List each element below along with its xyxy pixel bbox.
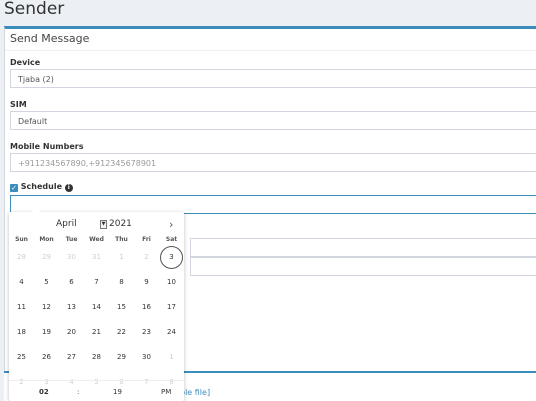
day-cell[interactable]: 30	[59, 246, 84, 268]
weekday-header: Wed	[89, 236, 104, 243]
sample-file-link[interactable]: ple file]	[180, 388, 210, 397]
day-cell[interactable]: 11	[9, 296, 34, 318]
device-select[interactable]: Tjaba (2)	[10, 69, 536, 88]
day-cell[interactable]: 1	[109, 246, 134, 268]
time-separator: :	[77, 388, 80, 396]
day-cell[interactable]: 18	[9, 321, 34, 343]
day-cell[interactable]: 6	[59, 271, 84, 293]
time-picker: 02 : 19 PM	[9, 380, 184, 401]
info-icon[interactable]: i	[64, 184, 73, 192]
day-cell[interactable]: 14	[84, 296, 109, 318]
weekday-header: Sat	[165, 236, 178, 243]
day-cell[interactable]: 20	[59, 321, 84, 343]
chevron-down-icon[interactable]: ▼	[100, 220, 107, 229]
day-cell[interactable]: 31	[84, 246, 109, 268]
day-cell[interactable]: 17	[159, 296, 184, 318]
minute-input[interactable]: 19	[113, 388, 122, 396]
day-cell[interactable]: 23	[134, 321, 159, 343]
day-cell[interactable]: 24	[159, 321, 184, 343]
day-cell[interactable]: 8	[109, 271, 134, 293]
day-cell[interactable]: 13	[59, 296, 84, 318]
day-cell[interactable]: 21	[84, 321, 109, 343]
datepicker-arrow	[31, 207, 41, 212]
day-cell[interactable]: 28	[9, 246, 34, 268]
day-cell[interactable]: 25	[9, 346, 34, 368]
page-title: Sender	[4, 0, 65, 19]
next-month-arrow-icon[interactable]: ›	[169, 218, 173, 231]
card-title: Send Message	[5, 29, 536, 51]
day-cell[interactable]: 12	[34, 296, 59, 318]
day-cell[interactable]: 15	[109, 296, 134, 318]
day-cell[interactable]: 1	[159, 346, 184, 368]
hour-input[interactable]: 02	[39, 388, 49, 396]
day-cell[interactable]: 26	[34, 346, 59, 368]
year-input[interactable]: 2021	[109, 219, 132, 229]
weekday-header: Sun	[15, 236, 28, 243]
day-cell[interactable]: 22	[109, 321, 134, 343]
day-cell[interactable]: 7	[84, 271, 109, 293]
sim-label: SIM	[10, 100, 27, 109]
day-cell[interactable]: 29	[109, 346, 134, 368]
hidden-field	[190, 257, 536, 276]
month-label[interactable]: April	[56, 219, 77, 229]
mobile-numbers-label: Mobile Numbers	[10, 142, 84, 151]
day-cell[interactable]: 2	[134, 246, 159, 268]
day-cell[interactable]: 4	[9, 271, 34, 293]
sim-select[interactable]: Default	[10, 111, 536, 130]
schedule-label: Schedule	[20, 182, 63, 191]
weekday-header: Thu	[115, 236, 128, 243]
hidden-field	[190, 238, 536, 257]
weekday-header: Mon	[39, 236, 54, 243]
day-cell[interactable]: 28	[84, 346, 109, 368]
schedule-label-row: ✓ Schedule i	[10, 182, 73, 192]
day-cell[interactable]: 10	[159, 271, 184, 293]
day-cell[interactable]: 5	[34, 271, 59, 293]
day-cell[interactable]: 30	[134, 346, 159, 368]
datepicker: April ▼ 2021 › Sun Mon Tue Wed Thu Fri Sat 28 2…	[9, 207, 184, 401]
ampm-toggle[interactable]: PM	[161, 388, 171, 396]
device-label: Device	[10, 58, 41, 67]
datepicker-header: April ▼ 2021 ›	[9, 218, 184, 233]
day-cell-today[interactable]: 3	[159, 246, 184, 269]
weekday-header: Tue	[65, 236, 78, 243]
day-cell[interactable]: 16	[134, 296, 159, 318]
day-cell[interactable]: 9	[134, 271, 159, 293]
day-cell[interactable]: 19	[34, 321, 59, 343]
mobile-numbers-input[interactable]: +911234567890,+912345678901	[10, 153, 536, 172]
day-cell[interactable]: 27	[59, 346, 84, 368]
day-cell[interactable]: 29	[34, 246, 59, 268]
weekday-header: Fri	[142, 236, 151, 243]
schedule-checkbox[interactable]: ✓	[10, 184, 18, 192]
